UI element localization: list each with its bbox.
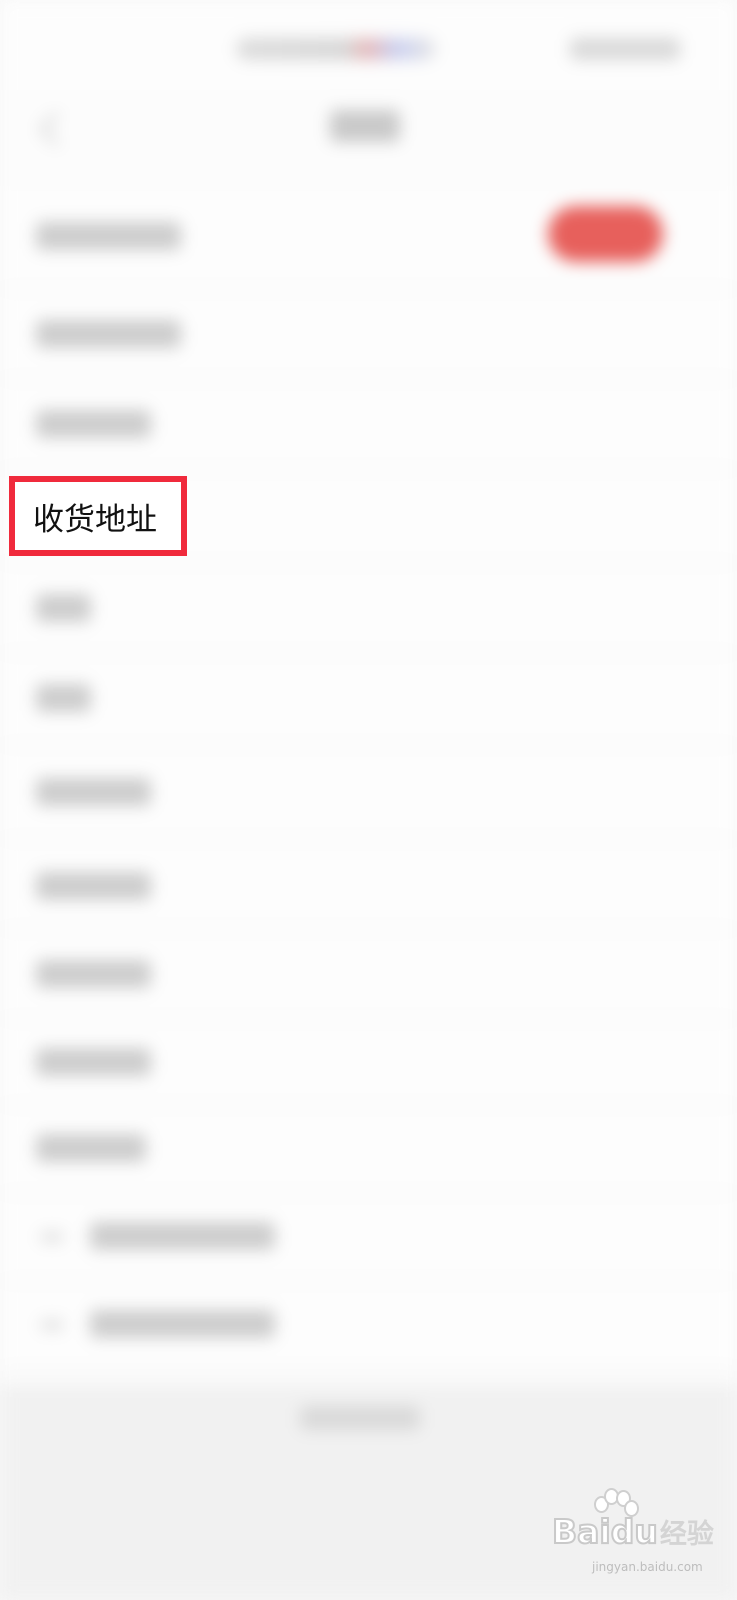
list-item-label bbox=[36, 1048, 151, 1076]
list-item-label bbox=[36, 872, 151, 900]
shipping-address-label: 收货地址 bbox=[33, 502, 157, 538]
watermark-brand-en-2: du bbox=[610, 1511, 659, 1552]
list-item[interactable] bbox=[0, 1282, 737, 1370]
watermark-brand: Baidu经验 bbox=[551, 1511, 714, 1552]
list-item[interactable] bbox=[0, 746, 737, 840]
list-item-label bbox=[36, 960, 151, 988]
list-item-label bbox=[36, 320, 181, 348]
list-item-label bbox=[36, 594, 91, 622]
baidu-watermark: Baidu经验 jingyan.baidu.com bbox=[551, 1488, 722, 1578]
watermark-brand-cn: 经验 bbox=[659, 1519, 714, 1550]
list-item[interactable] bbox=[0, 1194, 737, 1282]
bottom-button[interactable] bbox=[300, 1406, 420, 1430]
list-item[interactable] bbox=[0, 1020, 737, 1106]
list-item-label bbox=[36, 684, 91, 712]
list-item-label bbox=[36, 222, 181, 250]
action-button[interactable] bbox=[548, 206, 663, 262]
list-item-label bbox=[90, 1222, 275, 1250]
list-item[interactable] bbox=[0, 290, 737, 380]
list-item[interactable] bbox=[0, 380, 737, 470]
list-item-label bbox=[36, 1134, 146, 1162]
list-item-label bbox=[36, 778, 151, 806]
list-item-label bbox=[36, 410, 151, 438]
status-bar bbox=[0, 0, 737, 90]
watermark-url: jingyan.baidu.com bbox=[592, 1560, 703, 1574]
list-item[interactable] bbox=[0, 930, 737, 1020]
watermark-brand-en: Bai bbox=[551, 1511, 612, 1552]
list-item-label bbox=[90, 1310, 275, 1338]
list-item[interactable] bbox=[0, 840, 737, 930]
blurred-screen bbox=[0, 0, 737, 1600]
list-item-dot bbox=[40, 1320, 64, 1330]
list-item[interactable] bbox=[0, 1106, 737, 1194]
list-item[interactable] bbox=[0, 654, 737, 746]
status-indicator bbox=[236, 38, 436, 60]
list-item[interactable] bbox=[0, 564, 737, 654]
status-icons bbox=[570, 38, 680, 60]
page-title bbox=[330, 110, 400, 142]
list-item-dot bbox=[40, 1232, 64, 1242]
